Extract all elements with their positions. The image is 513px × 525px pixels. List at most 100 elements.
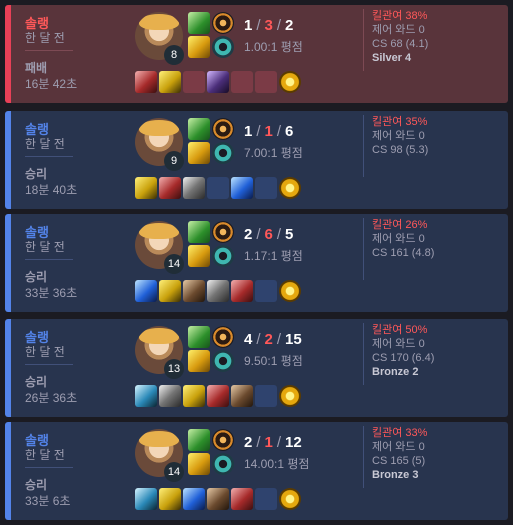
item-icon[interactable] — [207, 71, 229, 93]
average-tier: Bronze 2 — [372, 366, 419, 378]
summoner-spell-ignite-icon[interactable] — [188, 142, 210, 164]
match-card[interactable]: 솔랭 한 달 전 승리 33분 6초 14 2/1/12 14.00:1 평점 킬관여 33%… — [5, 422, 508, 520]
ward-item-icon[interactable] — [279, 71, 301, 93]
item-icon[interactable] — [135, 385, 157, 407]
item-icon[interactable] — [207, 385, 229, 407]
kill-participation: 킬관여 35% — [372, 116, 428, 128]
primary-rune-icon[interactable] — [212, 326, 234, 348]
empty-item-slot[interactable] — [255, 488, 277, 510]
kda-separator: / — [276, 331, 282, 348]
kda-separator: / — [256, 226, 261, 243]
item-icon[interactable] — [183, 280, 205, 302]
item-icon[interactable] — [159, 280, 181, 302]
champion-level: 14 — [164, 254, 184, 274]
kda-separator: / — [276, 17, 282, 34]
assists: 5 — [285, 226, 294, 243]
empty-item-slot[interactable] — [255, 71, 277, 93]
item-icon[interactable] — [159, 177, 181, 199]
primary-rune-icon[interactable] — [212, 221, 234, 243]
item-icon[interactable] — [231, 177, 253, 199]
item-icon[interactable] — [231, 488, 253, 510]
secondary-rune-icon[interactable] — [212, 350, 234, 372]
item-icon[interactable] — [135, 280, 157, 302]
control-wards: 제어 와드 0 — [372, 338, 425, 350]
kda-ratio: 7.00:1 평점 — [244, 146, 303, 160]
match-card[interactable]: 솔랭 한 달 전 패배 16분 42초 8 1/3/2 1.00:1 평점 킬관여 38% 제어… — [5, 5, 508, 103]
item-icon[interactable] — [159, 71, 181, 93]
average-tier: Bronze 3 — [372, 469, 419, 481]
match-result: 승리 — [25, 478, 48, 492]
primary-rune-icon[interactable] — [212, 12, 234, 34]
secondary-rune-icon[interactable] — [212, 453, 234, 475]
match-result: 패배 — [25, 61, 48, 75]
control-wards: 제어 와드 0 — [372, 24, 425, 36]
summoner-spell-ignite-icon[interactable] — [188, 350, 210, 372]
match-card[interactable]: 솔랭 한 달 전 승리 33분 36초 14 2/6/5 1.17:1 평점 킬관여 26% 제… — [5, 214, 508, 312]
item-icon[interactable] — [207, 280, 229, 302]
empty-item-slot[interactable] — [231, 71, 253, 93]
summoner-spell-flash-icon[interactable] — [188, 118, 210, 140]
primary-rune-icon[interactable] — [212, 429, 234, 451]
creep-score: CS 161 (4.8) — [372, 247, 435, 259]
match-card[interactable]: 솔랭 한 달 전 승리 26분 36초 13 4/2/15 9.50:1 평점 킬관여 50%… — [5, 319, 508, 417]
summoner-spell-ignite-icon[interactable] — [188, 453, 210, 475]
kill-participation: 킬관여 26% — [372, 219, 428, 231]
summoner-spell-flash-icon[interactable] — [188, 221, 210, 243]
divider — [25, 50, 73, 51]
champion-level: 14 — [164, 462, 184, 482]
creep-score: CS 170 (6.4) — [372, 352, 435, 364]
summoner-spell-ignite-icon[interactable] — [188, 245, 210, 267]
ward-item-icon[interactable] — [279, 177, 301, 199]
item-icon[interactable] — [135, 177, 157, 199]
deaths: 2 — [264, 331, 273, 348]
item-icon[interactable] — [135, 71, 157, 93]
empty-item-slot[interactable] — [183, 71, 205, 93]
match-stats: 킬관여 33% 제어 와드 0 CS 165 (5) Bronze 3 — [363, 426, 427, 488]
kda-separator: / — [276, 123, 282, 140]
secondary-rune-icon[interactable] — [212, 142, 234, 164]
empty-item-slot[interactable] — [207, 177, 229, 199]
item-icon[interactable] — [183, 488, 205, 510]
match-stats: 킬관여 50% 제어 와드 0 CS 170 (6.4) Bronze 2 — [363, 323, 434, 385]
ward-item-icon[interactable] — [279, 488, 301, 510]
item-icon[interactable] — [135, 488, 157, 510]
empty-item-slot[interactable] — [255, 385, 277, 407]
item-icon[interactable] — [183, 177, 205, 199]
match-time-ago: 한 달 전 — [25, 31, 65, 45]
match-time-ago: 한 달 전 — [25, 137, 65, 151]
deaths: 1 — [264, 434, 273, 451]
ward-item-icon[interactable] — [279, 385, 301, 407]
match-time-ago: 한 달 전 — [25, 240, 65, 254]
secondary-rune-icon[interactable] — [212, 36, 234, 58]
empty-item-slot[interactable] — [255, 177, 277, 199]
assists: 2 — [285, 17, 294, 34]
item-icon[interactable] — [183, 385, 205, 407]
match-card[interactable]: 솔랭 한 달 전 승리 18분 40초 9 1/1/6 7.00:1 평점 킬관여 35% 제어… — [5, 111, 508, 209]
secondary-rune-icon[interactable] — [212, 245, 234, 267]
empty-item-slot[interactable] — [255, 280, 277, 302]
match-duration: 18분 40초 — [25, 183, 78, 197]
match-duration: 33분 6초 — [25, 494, 71, 508]
item-icon[interactable] — [231, 280, 253, 302]
kda-separator: / — [276, 434, 282, 451]
kda-separator: / — [256, 434, 261, 451]
summoner-spell-ignite-icon[interactable] — [188, 36, 210, 58]
summoner-spell-flash-icon[interactable] — [188, 12, 210, 34]
item-icon[interactable] — [231, 385, 253, 407]
deaths: 3 — [264, 17, 273, 34]
control-wards: 제어 와드 0 — [372, 441, 425, 453]
item-icon[interactable] — [207, 488, 229, 510]
summoner-spell-flash-icon[interactable] — [188, 429, 210, 451]
match-duration: 26분 36초 — [25, 391, 78, 405]
item-icon[interactable] — [159, 385, 181, 407]
deaths: 1 — [264, 123, 273, 140]
kda: 2/1/12 — [244, 434, 302, 451]
primary-rune-icon[interactable] — [212, 118, 234, 140]
match-result: 승리 — [25, 167, 48, 181]
item-icon[interactable] — [159, 488, 181, 510]
kda-ratio: 14.00:1 평점 — [244, 457, 310, 471]
kda-separator: / — [256, 17, 261, 34]
summoner-spell-flash-icon[interactable] — [188, 326, 210, 348]
ward-item-icon[interactable] — [279, 280, 301, 302]
divider — [25, 156, 73, 157]
